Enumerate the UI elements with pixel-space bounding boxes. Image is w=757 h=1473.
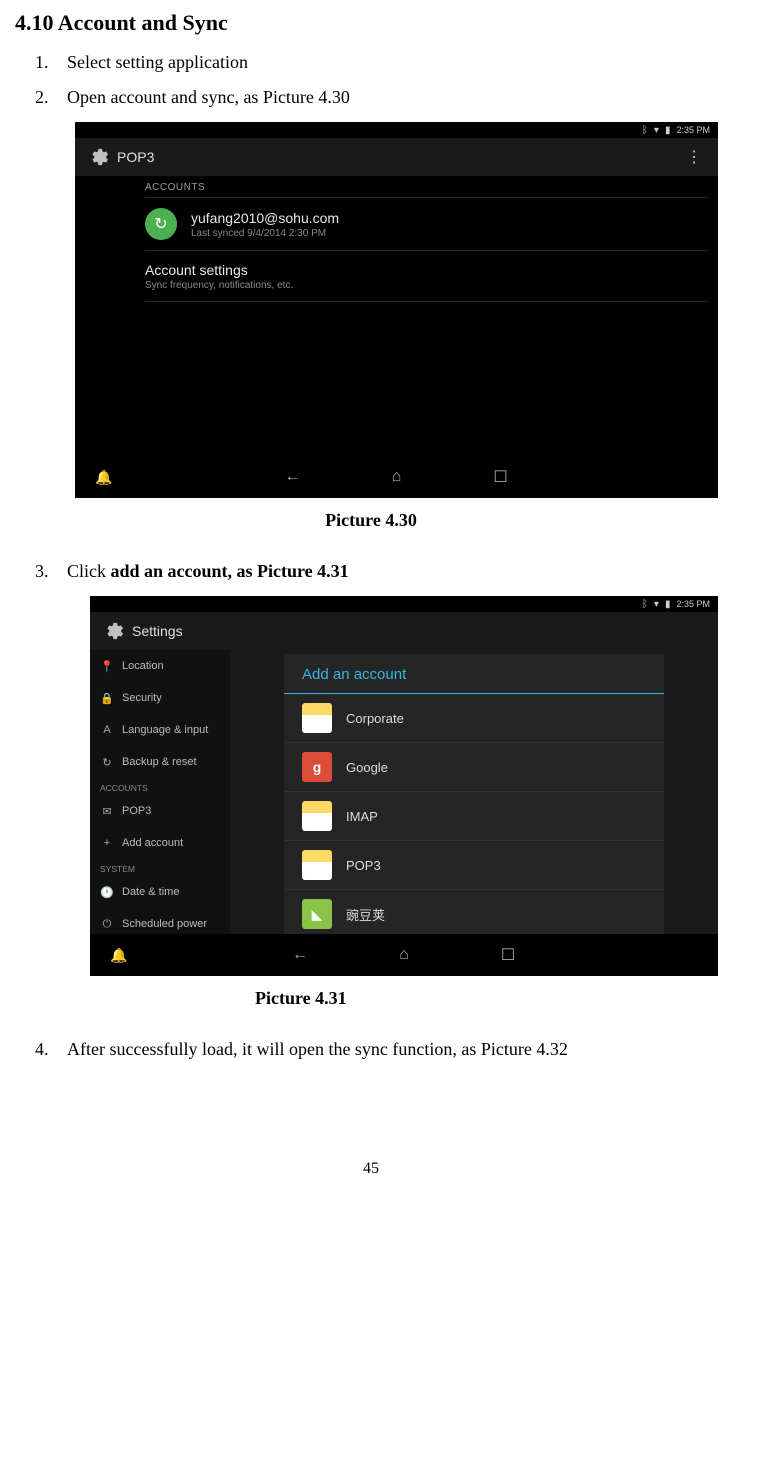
account-row[interactable]: yufang2010@sohu.com Last synced 9/4/2014… <box>75 198 718 250</box>
home-button[interactable]: ⌂ <box>380 463 414 491</box>
option-label: 豌豆荚 <box>346 905 385 924</box>
step-1: 1. Select setting application <box>35 52 727 73</box>
sidebar-label: Location <box>122 660 164 672</box>
settings-sidebar: 📍 Location 🔒 Security A Language & input… <box>90 650 230 972</box>
clock: 2:35 PM <box>676 599 710 609</box>
screen-title: Settings <box>132 623 708 639</box>
sidebar-section-accounts: ACCOUNTS <box>90 778 230 795</box>
sidebar-label: Security <box>122 692 162 704</box>
notification-icon[interactable]: 🔔 <box>95 469 112 486</box>
account-settings-title: Account settings <box>145 262 708 278</box>
account-email: yufang2010@sohu.com <box>191 210 708 226</box>
step-text: Click add an account, as Picture 4.31 <box>67 561 727 582</box>
gear-icon[interactable] <box>85 144 111 170</box>
account-option-wandoujia[interactable]: ◣ 豌豆荚 <box>284 890 664 938</box>
step-text: Select setting application <box>67 52 727 73</box>
sidebar-item-location[interactable]: 📍 Location <box>90 650 230 682</box>
page-number: 45 <box>15 1160 727 1178</box>
mail-icon <box>302 850 332 880</box>
step-num: 2. <box>35 87 67 108</box>
overflow-menu-icon[interactable]: ⋮ <box>680 143 708 171</box>
location-icon: 📍 <box>100 660 114 673</box>
status-bar: ᛒ ▾ ▮ 2:35 PM <box>75 122 718 138</box>
clock-icon: 🕐 <box>100 886 114 899</box>
step-2: 2. Open account and sync, as Picture 4.3… <box>35 87 727 108</box>
status-bar: ᛒ ▾ ▮ 2:35 PM <box>90 596 718 612</box>
backup-icon: ↻ <box>100 756 114 769</box>
sidebar-label: Scheduled power <box>122 918 207 930</box>
account-settings-row[interactable]: Account settings Sync frequency, notific… <box>75 251 718 301</box>
sidebar-label: Backup & reset <box>122 756 197 768</box>
sidebar-label: Add account <box>122 837 183 849</box>
navigation-bar: 🔔 ← ⌂ ☐ <box>75 456 718 498</box>
sidebar-label: Date & time <box>122 886 179 898</box>
sidebar-label: Language & input <box>122 724 208 736</box>
divider <box>145 301 708 302</box>
screenshot-4-31: ᛒ ▾ ▮ 2:35 PM Settings 📍 Location 🔒 Secu… <box>90 596 718 976</box>
app-header: POP3 ⋮ <box>75 138 718 176</box>
mail-icon <box>302 703 332 733</box>
step-text: Open account and sync, as Picture 4.30 <box>67 87 727 108</box>
sidebar-item-add-account[interactable]: + Add account <box>90 827 230 859</box>
screen-title: POP3 <box>117 149 680 165</box>
power-icon: ⏻ <box>100 918 114 931</box>
sidebar-item-backup[interactable]: ↻ Backup & reset <box>90 746 230 778</box>
mail-icon: ✉ <box>100 805 114 818</box>
account-last-synced: Last synced 9/4/2014 2:30 PM <box>191 228 708 239</box>
step-num: 1. <box>35 52 67 73</box>
step-num: 3. <box>35 561 67 582</box>
wifi-icon: ▾ <box>654 125 659 136</box>
section-heading: 4.10 Account and Sync <box>15 10 727 36</box>
battery-icon: ▮ <box>665 599 671 610</box>
bluetooth-icon: ᛒ <box>642 599 648 610</box>
caption-4-31: Picture 4.31 <box>15 988 727 1009</box>
sidebar-item-security[interactable]: 🔒 Security <box>90 682 230 714</box>
step-text: After successfully load, it will open th… <box>67 1039 727 1060</box>
caption-4-30: Picture 4.30 <box>15 510 727 531</box>
sidebar-item-language[interactable]: A Language & input <box>90 714 230 746</box>
clock: 2:35 PM <box>676 125 710 135</box>
step-num: 4. <box>35 1039 67 1060</box>
navigation-bar: 🔔 ← ⌂ ☐ <box>90 934 718 976</box>
back-button[interactable]: ← <box>283 941 317 969</box>
option-label: Google <box>346 760 388 775</box>
bluetooth-icon: ᛒ <box>642 125 648 136</box>
recents-button[interactable]: ☐ <box>491 941 525 969</box>
battery-icon: ▮ <box>665 125 671 136</box>
recents-button[interactable]: ☐ <box>484 463 518 491</box>
home-button[interactable]: ⌂ <box>387 941 421 969</box>
language-icon: A <box>100 724 114 736</box>
account-option-imap[interactable]: IMAP <box>284 792 664 841</box>
account-settings-sub: Sync frequency, notifications, etc. <box>145 280 708 291</box>
sidebar-item-pop3[interactable]: ✉ POP3 <box>90 795 230 827</box>
sidebar-section-system: SYSTEM <box>90 859 230 876</box>
gear-icon[interactable] <box>100 618 126 644</box>
step-3: 3. Click add an account, as Picture 4.31 <box>35 561 727 582</box>
screenshot-4-30: ᛒ ▾ ▮ 2:35 PM POP3 ⋮ ACCOUNTS yufang2010… <box>75 122 718 498</box>
account-option-google[interactable]: g Google <box>284 743 664 792</box>
option-label: IMAP <box>346 809 378 824</box>
accounts-section-label: ACCOUNTS <box>75 176 718 197</box>
notification-icon[interactable]: 🔔 <box>110 947 127 964</box>
sync-icon <box>145 208 177 240</box>
google-icon: g <box>302 752 332 782</box>
account-option-corporate[interactable]: Corporate <box>284 694 664 743</box>
back-button[interactable]: ← <box>276 463 310 491</box>
lock-icon: 🔒 <box>100 692 114 705</box>
step-4: 4. After successfully load, it will open… <box>35 1039 727 1060</box>
dialog-title: Add an account <box>284 654 664 694</box>
wandoujia-icon: ◣ <box>302 899 332 929</box>
app-header: Settings <box>90 612 718 650</box>
mail-icon <box>302 801 332 831</box>
add-account-dialog: Add an account Corporate g Google IMAP <box>284 654 664 942</box>
plus-icon: + <box>100 837 114 849</box>
sidebar-label: POP3 <box>122 805 151 817</box>
option-label: Corporate <box>346 711 404 726</box>
account-option-pop3[interactable]: POP3 <box>284 841 664 890</box>
wifi-icon: ▾ <box>654 599 659 610</box>
sidebar-item-datetime[interactable]: 🕐 Date & time <box>90 876 230 908</box>
option-label: POP3 <box>346 858 381 873</box>
